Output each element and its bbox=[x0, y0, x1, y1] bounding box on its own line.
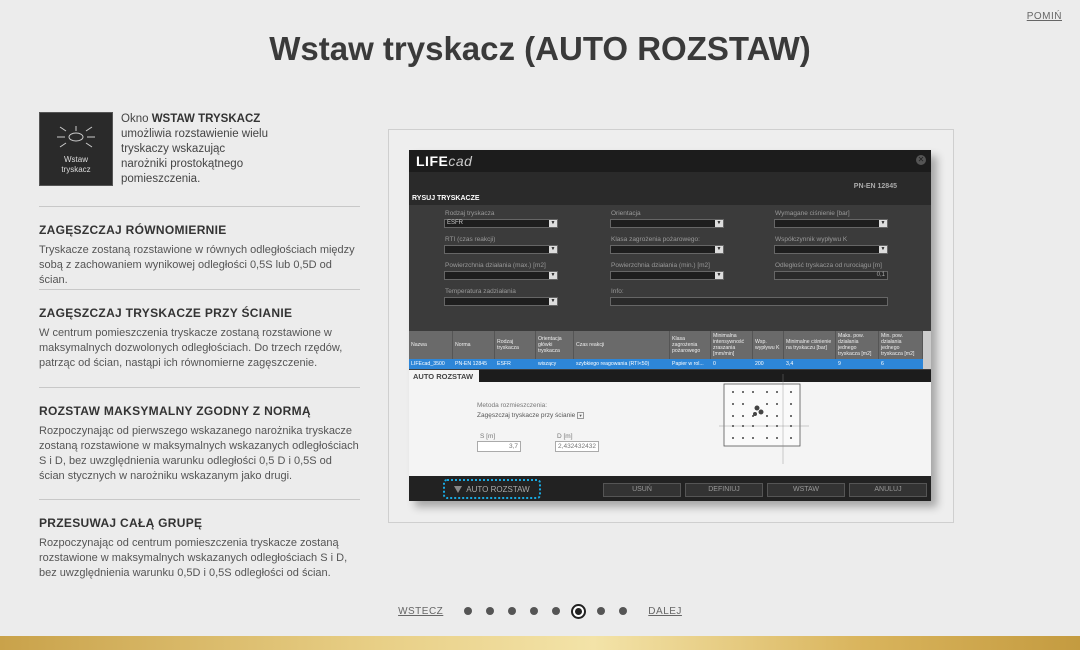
chevron-down-icon: ▼ bbox=[577, 412, 585, 419]
page-title: Wstaw tryskacz (AUTO ROZSTAW) bbox=[269, 30, 811, 67]
anuluj-button[interactable]: ANULUJ bbox=[849, 483, 927, 497]
d-input[interactable]: 2,432432432 bbox=[555, 441, 599, 452]
section-text: Rozpoczynając od pierwszego wskazanego n… bbox=[39, 425, 359, 482]
tab-bar bbox=[479, 370, 931, 382]
section-title: RYSUJ TRYSKACZE bbox=[412, 195, 480, 202]
sprinkler-tool-icon: Wstaw tryskacz bbox=[39, 112, 113, 186]
chevron-down-icon: ▼ bbox=[549, 298, 557, 305]
chevron-down-icon: ▼ bbox=[549, 272, 557, 279]
section-przy-scianie: ZAGĘSZCZAJ TRYSKACZE PRZY ŚCIANIE W cent… bbox=[39, 289, 360, 387]
field-label: RTI (czas reakcji) bbox=[445, 236, 496, 243]
next-link[interactable]: DALEJ bbox=[648, 606, 682, 617]
sprinkler-table-header: Nazwa Norma Rodzaj tryskacza Orientacja … bbox=[409, 331, 923, 359]
section-rownomiernie: ZAGĘSZCZAJ RÓWNOMIERNIE Tryskacze zostan… bbox=[39, 206, 360, 289]
field-label: Powierzchnia działania (min.) [m2] bbox=[611, 262, 710, 269]
section-przesuwaj: PRZESUWAJ CAŁĄ GRUPĘ Rozpoczynając od ce… bbox=[39, 499, 360, 589]
page-dot[interactable] bbox=[552, 607, 561, 615]
intro: Wstaw tryskacz Okno WSTAW TRYSKACZ umożl… bbox=[39, 112, 369, 187]
pagination: WSTECZ DALEJ bbox=[0, 600, 1080, 622]
page-dot[interactable] bbox=[464, 607, 473, 615]
chevron-down-icon: ▼ bbox=[549, 220, 557, 227]
lifecad-logo: LIFEcad bbox=[416, 153, 473, 169]
sprinkler-icon bbox=[57, 126, 95, 148]
page-dot[interactable] bbox=[530, 607, 539, 615]
s-label: S [m] bbox=[480, 433, 496, 440]
auto-rozstaw-button[interactable]: AUTO ROZSTAW bbox=[443, 479, 541, 499]
usun-button[interactable]: USUŃ bbox=[603, 483, 681, 497]
field-label: Klasa zagrożenia pożarowego: bbox=[611, 236, 700, 243]
section-heading: PRZESUWAJ CAŁĄ GRUPĘ bbox=[39, 516, 203, 530]
sprinkler-form: Rodzaj tryskacza ESFR ▼ Orientacja ▼ Wyma… bbox=[409, 205, 931, 330]
chevron-down-icon: ▼ bbox=[715, 246, 723, 253]
method-sections: ZAGĘSZCZAJ RÓWNOMIERNIE Tryskacze zostan… bbox=[39, 206, 360, 589]
cisnienie-select[interactable]: ▼ bbox=[774, 219, 888, 228]
section-heading: ZAGĘSZCZAJ TRYSKACZE PRZY ŚCIANIE bbox=[39, 306, 293, 320]
layout-diagram bbox=[719, 374, 809, 464]
screenshot-frame: LIFEcad ✕ PN-EN 12845 RYSUJ TRYSKACZE Ro… bbox=[388, 129, 954, 523]
lifecad-window: LIFEcad ✕ PN-EN 12845 RYSUJ TRYSKACZE Ro… bbox=[409, 150, 931, 501]
field-label: Odległość tryskacza od rurociągu [m] bbox=[775, 262, 882, 269]
field-label: Powierzchnia działania (max.) [m2] bbox=[445, 262, 546, 269]
s-input[interactable]: 3,7 bbox=[477, 441, 521, 452]
tab-auto-rozstaw[interactable]: AUTO ROZSTAW bbox=[409, 370, 479, 382]
page-dot-active[interactable] bbox=[571, 603, 587, 619]
method-select[interactable]: Zagęszczaj tryskacze przy ścianie ▼ bbox=[477, 412, 585, 419]
app-header: PN-EN 12845 RYSUJ TRYSKACZE bbox=[409, 172, 931, 205]
field-label: Temperatura zadziałania bbox=[445, 288, 516, 295]
field-label: Współczynnik wypływu K bbox=[775, 236, 848, 243]
rodzaj-select[interactable]: ESFR ▼ bbox=[444, 219, 558, 228]
info-field bbox=[610, 297, 888, 306]
chevron-down-icon: ▼ bbox=[879, 246, 887, 253]
skip-link[interactable]: POMIŃ bbox=[1027, 11, 1062, 22]
orientacja-select[interactable]: ▼ bbox=[610, 219, 724, 228]
chevron-down-icon: ▼ bbox=[879, 220, 887, 227]
pow-max-select[interactable]: ▼ bbox=[444, 271, 558, 280]
auto-rozstaw-panel: AUTO ROZSTAW Metoda rozmieszczenia: Zagę… bbox=[409, 370, 931, 476]
wstaw-button[interactable]: WSTAW bbox=[767, 483, 845, 497]
rti-select[interactable]: ▼ bbox=[444, 245, 558, 254]
app-footer: AUTO ROZSTAW USUŃ DEFINIUJ WSTAW ANULUJ bbox=[409, 476, 931, 501]
page-dot[interactable] bbox=[486, 607, 495, 615]
table-scrollbar[interactable] bbox=[923, 331, 931, 369]
method-label: Metoda rozmieszczenia: bbox=[477, 402, 548, 409]
odleglosc-input[interactable]: 0,1 bbox=[774, 271, 888, 280]
pow-min-select[interactable]: ▼ bbox=[610, 271, 724, 280]
section-text: Rozpoczynając od centrum pomieszczenia t… bbox=[39, 537, 348, 579]
section-heading: ZAGĘSZCZAJ RÓWNOMIERNIE bbox=[39, 223, 227, 237]
page-dot[interactable] bbox=[597, 607, 606, 615]
section-text: W centrum pomieszczenia tryskacze zostan… bbox=[39, 327, 343, 369]
definiuj-button[interactable]: DEFINIUJ bbox=[685, 483, 763, 497]
close-icon[interactable]: ✕ bbox=[916, 155, 926, 165]
temperatura-select[interactable]: ▼ bbox=[444, 297, 558, 306]
page-dots bbox=[457, 603, 634, 619]
prev-link[interactable]: WSTECZ bbox=[398, 606, 443, 617]
chevron-down-icon: ▼ bbox=[715, 272, 723, 279]
section-text: Tryskacze zostaną rozstawione w równych … bbox=[39, 244, 355, 286]
norm-label: PN-EN 12845 bbox=[853, 183, 897, 190]
field-label: Info: bbox=[611, 288, 624, 295]
field-label: Orientacja bbox=[611, 210, 641, 217]
section-heading: ROZSTAW MAKSYMALNY ZGODNY Z NORMĄ bbox=[39, 404, 311, 418]
field-label: Wymagane ciśnienie [bar] bbox=[775, 210, 850, 217]
icon-label: Wstaw tryskacz bbox=[61, 155, 91, 174]
app-titlebar: LIFEcad ✕ bbox=[409, 150, 931, 172]
page-dot[interactable] bbox=[508, 607, 517, 615]
field-label: Rodzaj tryskacza bbox=[445, 210, 495, 217]
d-label: D [m] bbox=[557, 433, 573, 440]
wspolczynnik-select[interactable]: ▼ bbox=[774, 245, 888, 254]
chevron-down-icon: ▼ bbox=[715, 220, 723, 227]
gold-footer-bar bbox=[0, 636, 1080, 650]
klasa-select[interactable]: ▼ bbox=[610, 245, 724, 254]
table-row[interactable]: LIFEcad_3500 PN-EN 12845 ESFR wiszący sz… bbox=[409, 359, 923, 369]
page-dot[interactable] bbox=[619, 607, 628, 615]
section-maksymalny: ROZSTAW MAKSYMALNY ZGODNY Z NORMĄ Rozpoc… bbox=[39, 387, 360, 499]
triangle-icon bbox=[454, 485, 463, 493]
intro-text: Okno WSTAW TRYSKACZ umożliwia rozstawien… bbox=[121, 113, 269, 185]
chevron-down-icon: ▼ bbox=[549, 246, 557, 253]
